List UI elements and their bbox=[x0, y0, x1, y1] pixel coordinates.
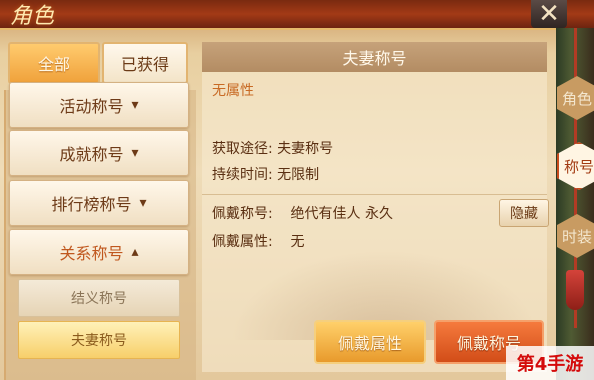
chevron-down-icon: ▾ bbox=[131, 145, 139, 161]
worn-title-text: 佩戴称号: 绝代有佳人 永久 bbox=[212, 206, 393, 222]
subcategory-spouse[interactable]: 夫妻称号 bbox=[18, 321, 180, 359]
watermark-logo: 第4手游 bbox=[506, 346, 594, 380]
worn-attribute-text: 佩戴属性: 无 bbox=[212, 234, 305, 250]
window-title: 角色 bbox=[10, 4, 55, 29]
tassel-decor bbox=[566, 270, 584, 310]
subcategory-sworn[interactable]: 结义称号 bbox=[18, 279, 180, 317]
close-button[interactable]: ✕ bbox=[531, 0, 567, 28]
detail-header: 夫妻称号 bbox=[202, 42, 547, 72]
tab-all[interactable]: 全部 bbox=[8, 42, 100, 84]
divider bbox=[202, 194, 547, 195]
category-relationship[interactable]: 关系称号 ▴ bbox=[9, 229, 189, 275]
category-label: 活动称号 bbox=[59, 97, 124, 116]
category-activity[interactable]: 活动称号 ▾ bbox=[9, 82, 189, 128]
category-label: 关系称号 bbox=[59, 244, 124, 263]
category-ranking[interactable]: 排行榜称号 ▾ bbox=[9, 180, 189, 226]
chevron-down-icon: ▾ bbox=[131, 97, 139, 113]
close-icon: ✕ bbox=[538, 0, 560, 29]
tab-obtained[interactable]: 已获得 bbox=[102, 42, 188, 84]
wear-attribute-button[interactable]: 佩戴属性 bbox=[314, 320, 426, 364]
category-label: 排行榜称号 bbox=[51, 195, 132, 214]
chevron-up-icon: ▴ bbox=[131, 244, 139, 260]
attribute-text: 无属性 bbox=[212, 83, 254, 99]
duration-text: 持续时间: 无限制 bbox=[212, 167, 320, 183]
hide-button[interactable]: 隐藏 bbox=[499, 199, 549, 227]
chevron-down-icon: ▾ bbox=[139, 195, 147, 211]
category-label: 成就称号 bbox=[59, 145, 124, 164]
category-achievement[interactable]: 成就称号 ▾ bbox=[9, 130, 189, 176]
title-bar: 角色 bbox=[0, 0, 594, 30]
source-text: 获取途径: 夫妻称号 bbox=[212, 141, 334, 157]
